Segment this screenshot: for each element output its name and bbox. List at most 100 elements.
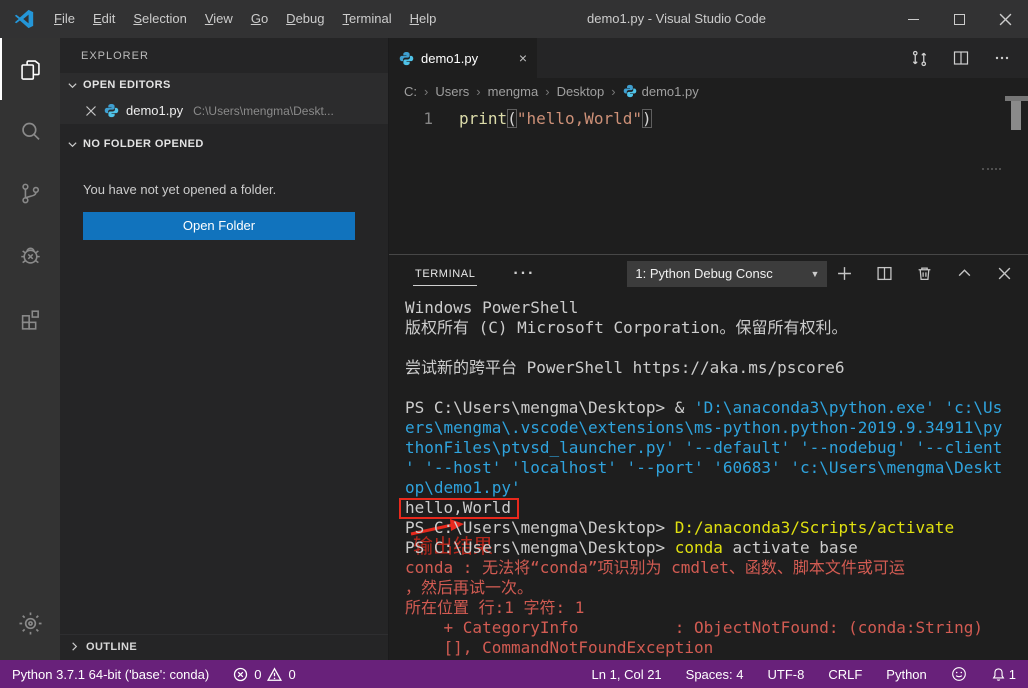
notification-count: 1: [1009, 667, 1016, 682]
menu-edit[interactable]: Edit: [84, 0, 124, 38]
warning-count: 0: [288, 667, 295, 682]
window-title: demo1.py - Visual Studio Code: [587, 0, 766, 38]
close-editor-icon[interactable]: [85, 105, 97, 117]
status-bar: Python 3.7.1 64-bit ('base': conda) 0 0 …: [0, 660, 1028, 688]
open-folder-button[interactable]: Open Folder: [83, 212, 355, 240]
breadcrumb-separator: ›: [424, 84, 428, 99]
feedback-smiley-icon[interactable]: [951, 666, 967, 682]
activity-extensions[interactable]: [0, 286, 60, 348]
title-bar: FileEditSelectionViewGoDebugTerminalHelp…: [0, 0, 1028, 38]
terminal-line: PS C:\Users\mengma\Desktop> D:/anaconda3…: [405, 518, 1028, 538]
menu-selection[interactable]: Selection: [124, 0, 195, 38]
breadcrumb-separator: ›: [611, 84, 615, 99]
cursor-position-status[interactable]: Ln 1, Col 21: [592, 667, 662, 682]
close-window-button[interactable]: [982, 0, 1028, 38]
split-terminal-icon[interactable]: [877, 266, 892, 281]
menu-terminal[interactable]: Terminal: [333, 0, 400, 38]
language-mode-status[interactable]: Python: [886, 667, 926, 682]
tab-close-icon[interactable]: ×: [519, 50, 527, 66]
code-editor[interactable]: 1 print("hello,World"): [389, 104, 1028, 254]
terminal-line: 所在位置 行:1 字符: 1: [405, 598, 1028, 618]
indentation-status[interactable]: Spaces: 4: [686, 667, 744, 682]
menu-file[interactable]: File: [45, 0, 84, 38]
menu-debug[interactable]: Debug: [277, 0, 333, 38]
terminal-line: ' '--host' 'localhost' '--port' '60683' …: [405, 458, 1028, 478]
explorer-icon: [17, 56, 44, 83]
panel-actions: [837, 266, 1028, 281]
terminal-line: 尝试新的跨平台 PowerShell https://aka.ms/pscore…: [405, 358, 1028, 378]
explorer-sidebar: EXPLORER OPEN EDITORS demo1.py C:\Users\…: [60, 38, 388, 660]
breadcrumb-item[interactable]: demo1.py: [623, 84, 699, 99]
code-token: ): [642, 109, 652, 128]
editor-actions: [911, 38, 1028, 78]
notifications-status[interactable]: 1: [991, 667, 1016, 682]
open-editor-path: C:\Users\mengma\Deskt...: [193, 104, 334, 118]
outline-header[interactable]: OUTLINE: [60, 634, 388, 658]
split-editor-icon[interactable]: [953, 50, 969, 66]
encoding-status[interactable]: UTF-8: [767, 667, 804, 682]
terminal-line: PS C:\Users\mengma\Desktop> & 'D:\anacon…: [405, 398, 1028, 418]
kill-terminal-icon[interactable]: [917, 266, 932, 281]
panel-more-icon[interactable]: ···: [513, 265, 535, 283]
problems-status[interactable]: 0 0: [233, 667, 295, 682]
python-file-icon: [623, 84, 637, 98]
terminal-line: hello,World输出结果: [405, 498, 1028, 518]
no-folder-message: You have not yet opened a folder.: [83, 182, 368, 197]
vscode-logo-icon: [13, 8, 35, 30]
maximize-panel-icon[interactable]: [957, 266, 972, 281]
code-token: (: [507, 109, 517, 128]
maximize-button[interactable]: [936, 0, 982, 38]
breadcrumb-item[interactable]: Desktop: [557, 84, 605, 99]
open-editor-item[interactable]: demo1.py C:\Users\mengma\Deskt...: [60, 97, 388, 124]
breadcrumb-item[interactable]: C:: [404, 84, 417, 99]
tab-label: demo1.py: [421, 51, 478, 66]
new-terminal-icon[interactable]: [837, 266, 852, 281]
activity-search[interactable]: [0, 100, 60, 162]
terminal-line: PS C:\Users\mengma\Desktop> conda activa…: [405, 538, 1028, 558]
code-content: print("hello,World"): [459, 109, 652, 128]
open-changes-icon[interactable]: [911, 50, 928, 67]
breadcrumb-separator: ›: [545, 84, 549, 99]
window-controls: [890, 0, 1028, 38]
gear-icon: [17, 610, 44, 637]
overview-ruler-marks: [982, 168, 1001, 170]
extensions-icon: [17, 304, 44, 331]
minimize-icon: [908, 19, 919, 20]
terminal-line: conda : 无法将“conda”项识别为 cmdlet、函数、脚本文件或可运: [405, 558, 1028, 578]
menu-help[interactable]: Help: [401, 0, 446, 38]
menu-bar: FileEditSelectionViewGoDebugTerminalHelp: [45, 0, 445, 38]
terminal-line: 版权所有 (C) Microsoft Corporation。保留所有权利。: [405, 318, 1028, 338]
terminal-content[interactable]: Windows PowerShell版权所有 (C) Microsoft Cor…: [389, 292, 1028, 660]
dropdown-caret-icon: ▼: [810, 269, 819, 279]
error-count: 0: [254, 667, 261, 682]
no-folder-header[interactable]: NO FOLDER OPENED: [60, 132, 388, 156]
chevron-right-icon: [69, 641, 80, 652]
chevron-down-icon: [67, 80, 78, 91]
python-file-icon: [399, 51, 414, 66]
terminal-selector-dropdown[interactable]: 1: Python Debug Consc ▼: [627, 261, 827, 287]
activity-source-control[interactable]: [0, 162, 60, 224]
activity-settings[interactable]: [0, 592, 60, 654]
more-actions-icon[interactable]: [994, 50, 1010, 66]
warning-icon: [267, 667, 282, 682]
terminal-line: + CategoryInfo : ObjectNotFound: (conda:…: [405, 618, 1028, 638]
highlighted-output: hello,World: [399, 498, 519, 519]
open-editors-header[interactable]: OPEN EDITORS: [60, 73, 388, 97]
minimize-button[interactable]: [890, 0, 936, 38]
menu-go[interactable]: Go: [242, 0, 277, 38]
error-icon: [233, 667, 248, 682]
scrollbar-thumb[interactable]: [1011, 101, 1021, 130]
tab-demo1-py[interactable]: demo1.py ×: [389, 38, 537, 78]
activity-explorer[interactable]: [0, 38, 60, 100]
activity-debug[interactable]: [0, 224, 60, 286]
close-icon: [999, 13, 1012, 26]
python-interpreter-status[interactable]: Python 3.7.1 64-bit ('base': conda): [12, 667, 209, 682]
eol-status[interactable]: CRLF: [828, 667, 862, 682]
panel-tab-terminal[interactable]: TERMINAL: [413, 262, 477, 286]
activity-bar: [0, 38, 60, 660]
close-panel-icon[interactable]: [997, 266, 1012, 281]
menu-view[interactable]: View: [196, 0, 242, 38]
breadcrumb-item[interactable]: Users: [435, 84, 469, 99]
line-number: 1: [389, 109, 459, 128]
breadcrumb-item[interactable]: mengma: [488, 84, 539, 99]
